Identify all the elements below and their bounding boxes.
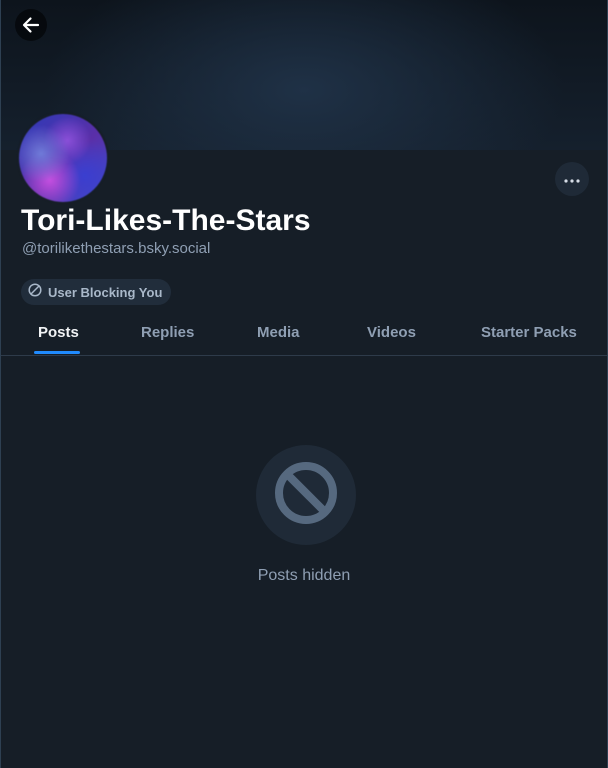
tab-posts[interactable]: Posts [38, 324, 79, 341]
tab-starter-packs[interactable]: Starter Packs [481, 324, 577, 341]
posts-hidden-icon-container [256, 445, 356, 545]
avatar[interactable] [17, 112, 109, 204]
profile-screen: Tori-Likes-The-Stars @torilikethestars.b… [0, 0, 608, 768]
tab-media[interactable]: Media [257, 324, 300, 341]
posts-hidden-message: Posts hidden [257, 567, 351, 584]
arrow-left-icon [21, 15, 41, 35]
user-blocking-you-badge[interactable]: User Blocking You [21, 279, 172, 305]
more-options-button[interactable] [555, 162, 589, 196]
ellipsis-icon [564, 170, 580, 188]
circle-ban-icon [28, 282, 42, 302]
back-button[interactable] [15, 9, 47, 41]
profile-handle: @torilikethestars.bsky.social [22, 240, 211, 257]
active-tab-indicator [34, 351, 80, 354]
block-badge-label: User Blocking You [48, 284, 163, 300]
profile-tabs: Posts Replies Media Videos Starter Packs [1, 312, 607, 356]
tab-replies[interactable]: Replies [141, 324, 194, 341]
tab-videos[interactable]: Videos [367, 324, 416, 341]
circle-ban-icon [273, 460, 339, 531]
display-name: Tori-Likes-The-Stars [21, 204, 311, 237]
